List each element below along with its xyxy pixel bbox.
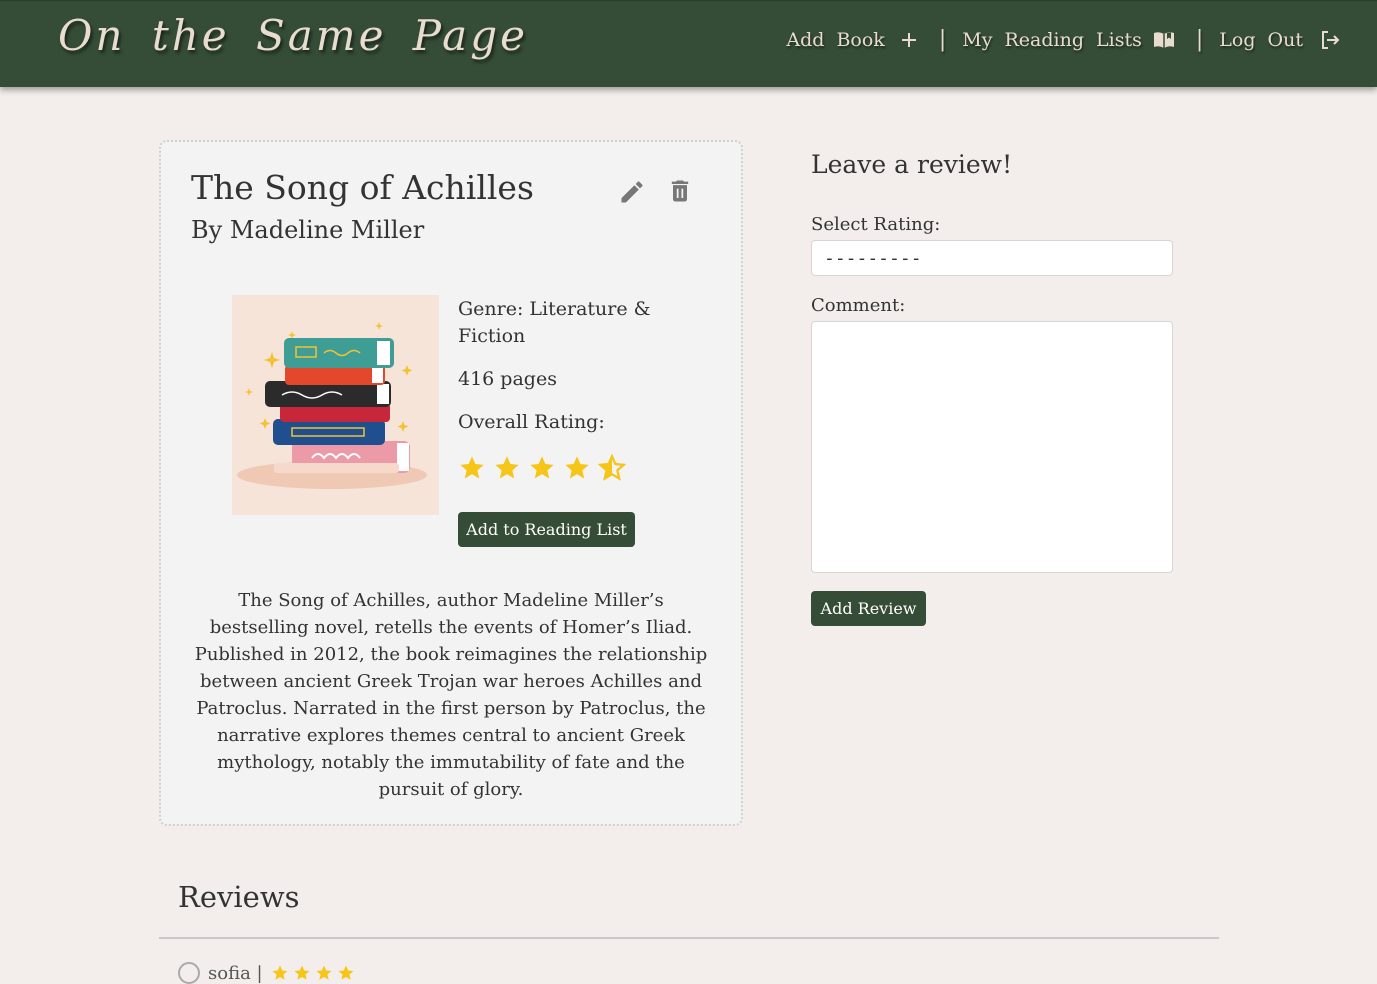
review-form-title: Leave a review!	[811, 150, 1013, 179]
star-icon	[338, 965, 354, 980]
review-form: Leave a review! Select Rating: ---------…	[811, 150, 1177, 626]
logout-icon	[1322, 30, 1340, 49]
reviews-heading: Reviews	[178, 880, 300, 914]
star-icon	[460, 456, 484, 479]
add-book-link[interactable]: Add Book	[786, 29, 918, 51]
brand-logo[interactable]: On the Same Page	[58, 11, 528, 60]
book-detail-card: The Song of Achilles By Madeline Miller	[159, 140, 743, 826]
logout-label: Log Out	[1219, 28, 1303, 51]
open-book-icon	[1153, 31, 1174, 48]
plus-icon	[901, 32, 916, 47]
overall-rating-stars	[458, 454, 626, 482]
book-info: Genre: Literature & Fiction 416 pages Ov…	[458, 296, 688, 481]
nav-links: Add Book | My Reading Lists | Log Out	[786, 27, 1341, 52]
half-star-icon	[598, 454, 626, 481]
reviews-divider	[159, 937, 1219, 939]
review-rating-stars	[271, 964, 355, 982]
star-icon	[565, 456, 589, 479]
logout-link[interactable]: Log Out	[1219, 29, 1341, 51]
trash-icon[interactable]	[666, 177, 694, 205]
book-pages: 416 pages	[458, 368, 557, 390]
rating-select[interactable]: ---------	[811, 240, 1173, 276]
avatar	[178, 962, 200, 984]
book-cover-image	[232, 295, 439, 515]
overall-rating-label: Overall Rating:	[458, 411, 605, 433]
book-description: The Song of Achilles, author Madeline Mi…	[194, 590, 708, 800]
star-icon	[530, 456, 554, 479]
nav-separator: |	[938, 27, 947, 52]
select-rating-label: Select Rating:	[811, 214, 941, 235]
star-icon	[272, 965, 288, 980]
reading-lists-label: My Reading Lists	[962, 28, 1142, 51]
add-to-reading-list-button[interactable]: Add to Reading List	[458, 512, 635, 547]
reading-lists-link[interactable]: My Reading Lists	[962, 29, 1176, 51]
navbar: On the Same Page Add Book | My Reading L…	[0, 0, 1377, 87]
add-review-button[interactable]: Add Review	[811, 591, 926, 626]
pencil-icon[interactable]	[618, 178, 646, 206]
book-title: The Song of Achilles	[191, 168, 534, 207]
review-username: sofia |	[208, 962, 263, 984]
book-genre: Genre: Literature & Fiction	[458, 298, 651, 347]
review-item: sofia |	[178, 962, 355, 984]
star-icon	[294, 965, 310, 980]
comment-label: Comment:	[811, 295, 906, 316]
comment-textarea[interactable]	[811, 321, 1173, 573]
star-icon	[495, 456, 519, 479]
book-author: By Madeline Miller	[191, 216, 425, 244]
star-icon	[316, 965, 332, 980]
nav-separator: |	[1195, 27, 1204, 52]
add-book-label: Add Book	[786, 28, 885, 51]
